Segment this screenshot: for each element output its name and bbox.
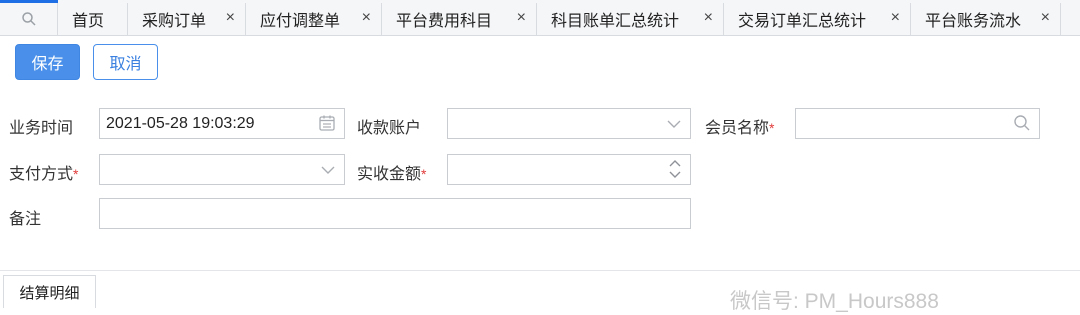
calendar-icon[interactable]	[318, 114, 336, 132]
close-icon[interactable]: ×	[1041, 9, 1050, 27]
tab-trade-order-summary[interactable]: 交易订单汇总统计 ×	[724, 3, 911, 35]
tab-label: 科目账单汇总统计	[551, 13, 680, 30]
payment-method-label: 支付方式*	[9, 166, 79, 183]
search-icon	[21, 12, 36, 26]
remark-input[interactable]	[99, 198, 691, 229]
tab-label: 平台账务流水	[925, 13, 1022, 30]
tab-label: 应付调整单	[260, 13, 341, 30]
save-button[interactable]: 保存	[15, 44, 80, 80]
tab-home[interactable]: 首页	[58, 3, 128, 35]
chevron-down-icon	[321, 166, 335, 174]
tab-label: 交易订单汇总统计	[738, 13, 867, 30]
remark-label: 备注	[9, 211, 42, 228]
tab-label: 首页	[72, 13, 105, 30]
tab-settlement-detail[interactable]: 结算明细	[3, 275, 96, 308]
business-time-value: 2021-05-28 19:03:29	[106, 114, 255, 132]
close-icon[interactable]: ×	[517, 9, 526, 27]
receiving-account-select[interactable]	[447, 108, 691, 139]
received-amount-label: 实收金额*	[357, 166, 427, 183]
member-name-label: 会员名称*	[705, 120, 775, 137]
close-icon[interactable]: ×	[891, 9, 900, 27]
payment-method-select[interactable]	[99, 154, 345, 185]
tab-subject-bill-summary[interactable]: 科目账单汇总统计 ×	[537, 3, 724, 35]
tab-payable-adjustment[interactable]: 应付调整单 ×	[246, 3, 382, 35]
stepper-icon[interactable]	[668, 158, 682, 180]
required-mark: *	[421, 166, 427, 182]
required-mark: *	[73, 166, 79, 182]
tab-bar: 首页 采购订单 × 应付调整单 × 平台费用科目 × 科目账单汇总统计 × 交易…	[0, 0, 1080, 36]
tab-search-button[interactable]	[0, 3, 58, 35]
cancel-button[interactable]: 取消	[93, 44, 158, 80]
required-mark: *	[769, 120, 775, 136]
tab-label: 采购订单	[142, 13, 207, 30]
tab-platform-fee-subjects[interactable]: 平台费用科目 ×	[382, 3, 537, 35]
search-icon[interactable]	[1013, 114, 1031, 132]
tab-purchase-order[interactable]: 采购订单 ×	[128, 3, 246, 35]
tab-label: 平台费用科目	[396, 13, 493, 30]
business-time-field[interactable]: 2021-05-28 19:03:29	[99, 108, 345, 139]
watermark: 微信号: PM_Hours888	[730, 290, 939, 313]
chevron-down-icon	[667, 120, 681, 128]
tab-platform-ledger[interactable]: 平台账务流水 ×	[911, 3, 1061, 35]
member-name-search-field[interactable]	[795, 108, 1040, 139]
received-amount-stepper[interactable]	[447, 154, 691, 185]
close-icon[interactable]: ×	[362, 9, 371, 27]
business-time-label: 业务时间	[9, 120, 74, 137]
close-icon[interactable]: ×	[226, 9, 235, 27]
close-icon[interactable]: ×	[704, 9, 713, 27]
receiving-account-label: 收款账户	[357, 120, 422, 137]
